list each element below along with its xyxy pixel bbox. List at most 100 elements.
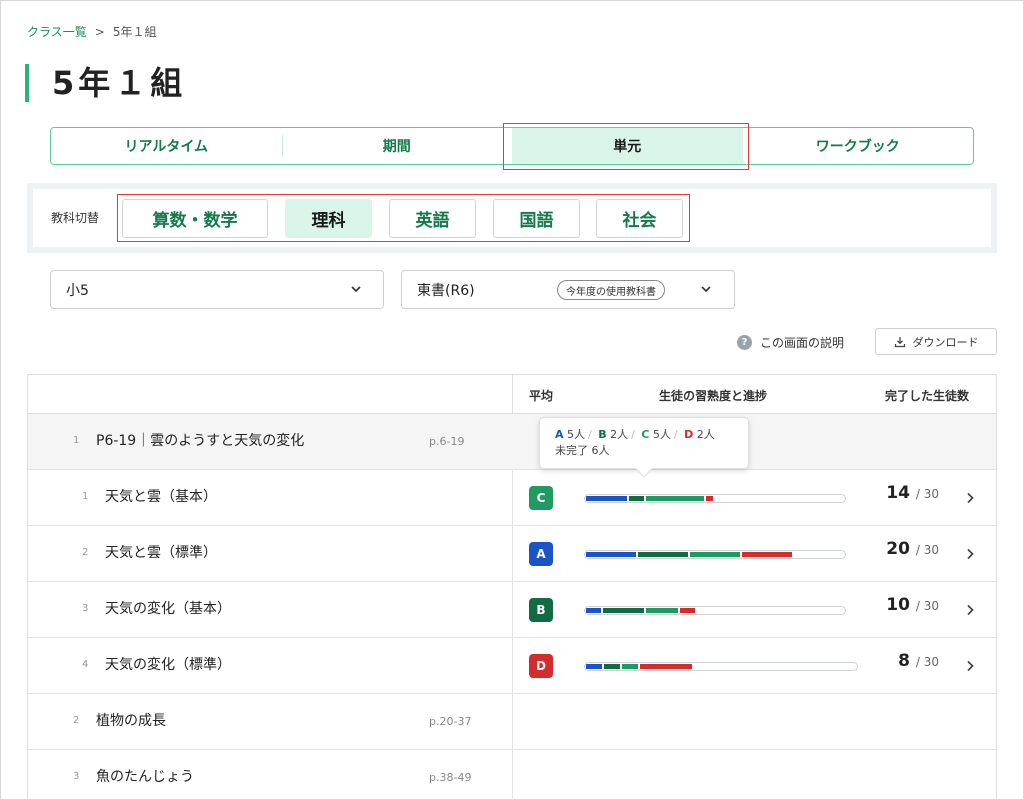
lesson-row[interactable]: 2 天気と雲（標準） A 20 / 30 bbox=[28, 526, 996, 582]
completed-total: / 30 bbox=[915, 599, 939, 613]
average-grade-badge: A bbox=[529, 542, 553, 566]
unit-row[interactable]: 1 P6-19｜雲のようすと天気の変化 p.6-19 bbox=[28, 414, 996, 470]
progress-segment-b bbox=[604, 664, 620, 669]
unit-number: 3 bbox=[73, 771, 80, 782]
help-label: この画面の説明 bbox=[760, 336, 845, 350]
tab-realtime[interactable]: リアルタイム bbox=[51, 128, 282, 164]
title-accent-bar bbox=[25, 64, 29, 102]
unit-pages: p.6-19 bbox=[429, 435, 465, 448]
completed-number: 8 bbox=[898, 651, 910, 671]
average-grade-badge: B bbox=[529, 598, 553, 622]
row-divider bbox=[512, 638, 513, 693]
unit-row[interactable]: 2 植物の成長 p.20-37 bbox=[28, 694, 996, 750]
completed-total: / 30 bbox=[915, 655, 939, 669]
lesson-number: 4 bbox=[82, 659, 89, 670]
table-header: 平均 生徒の習熟度と進捗 完了した生徒数 bbox=[28, 375, 996, 414]
completed-count: 10 / 30 bbox=[854, 595, 939, 615]
unit-table: 平均 生徒の習熟度と進捗 完了した生徒数 1 P6-19｜雲のようすと天気の変化… bbox=[27, 374, 997, 800]
page-title: 5年１組 bbox=[52, 64, 187, 102]
help-link[interactable]: ? この画面の説明 bbox=[737, 334, 844, 351]
completed-total: / 30 bbox=[915, 543, 939, 557]
row-divider bbox=[512, 694, 513, 749]
download-button[interactable]: ダウンロード bbox=[875, 328, 997, 355]
row-divider bbox=[512, 470, 513, 525]
grade-select-value: 小5 bbox=[66, 282, 89, 299]
lesson-row[interactable]: 4 天気の変化（標準） D 8 / 30 bbox=[28, 638, 996, 694]
progress-bar bbox=[584, 550, 846, 559]
progress-segment-d bbox=[640, 664, 692, 669]
header-progress: 生徒の習熟度と進捗 bbox=[659, 389, 768, 403]
textbook-select[interactable]: 東書(R6) 今年度の使用教科書 bbox=[401, 270, 735, 309]
unit-pages: p.20-37 bbox=[429, 715, 472, 728]
chevron-right-icon[interactable] bbox=[965, 660, 975, 672]
lesson-number: 2 bbox=[82, 547, 89, 558]
current-textbook-badge: 今年度の使用教科書 bbox=[557, 280, 665, 300]
chevron-right-icon[interactable] bbox=[965, 604, 975, 616]
progress-segment-b bbox=[603, 608, 644, 613]
progress-segment-a bbox=[586, 608, 601, 613]
average-grade-badge: C bbox=[529, 486, 553, 510]
progress-segment-c bbox=[646, 496, 704, 501]
tab-period[interactable]: 期間 bbox=[281, 128, 513, 164]
tab-workbook[interactable]: ワークブック bbox=[743, 128, 974, 164]
textbook-select-value: 東書(R6) bbox=[417, 282, 475, 299]
row-divider bbox=[512, 526, 513, 581]
tooltip-b-count: 2人 bbox=[610, 428, 629, 441]
progress-segment-b bbox=[629, 496, 644, 501]
subject-switch-label: 教科切替 bbox=[51, 211, 100, 225]
grade-select[interactable]: 小5 bbox=[50, 270, 384, 309]
progress-bar bbox=[584, 662, 858, 671]
completed-count: 8 / 30 bbox=[854, 651, 939, 671]
unit-row[interactable]: 3 魚のたんじょう p.38-49 bbox=[28, 750, 996, 800]
lesson-number: 1 bbox=[82, 491, 89, 502]
lesson-title: 天気の変化（基本） bbox=[105, 601, 231, 617]
unit-pages: p.38-49 bbox=[429, 771, 472, 784]
progress-segment-d bbox=[742, 552, 792, 557]
lesson-row[interactable]: 1 天気と雲（基本） C 14 / 30 bbox=[28, 470, 996, 526]
unit-number: 2 bbox=[73, 715, 80, 726]
progress-segment-a bbox=[586, 552, 636, 557]
completed-number: 20 bbox=[886, 539, 910, 559]
tooltip-c-label: C bbox=[641, 428, 650, 441]
unit-number: 1 bbox=[73, 435, 80, 446]
chevron-right-icon[interactable] bbox=[965, 548, 975, 560]
progress-segment-d bbox=[680, 608, 695, 613]
download-icon bbox=[894, 336, 905, 347]
chevron-down-icon bbox=[351, 286, 361, 293]
progress-segment-c bbox=[622, 664, 638, 669]
breadcrumb: クラス一覧 > 5年１組 bbox=[27, 23, 156, 40]
tooltip-c-count: 5人 bbox=[652, 428, 671, 441]
header-completed: 完了した生徒数 bbox=[885, 389, 970, 403]
tooltip-a-label: A bbox=[555, 428, 564, 441]
tooltip-d-count: 2人 bbox=[696, 428, 715, 441]
breadcrumb-class-list-link[interactable]: クラス一覧 bbox=[27, 23, 87, 40]
progress-segment-a bbox=[586, 664, 602, 669]
chevron-right-icon[interactable] bbox=[965, 492, 975, 504]
highlight-box-subjects bbox=[117, 194, 690, 242]
chevron-down-icon bbox=[701, 286, 711, 293]
progress-bar bbox=[584, 606, 846, 615]
progress-bar bbox=[584, 494, 846, 503]
breadcrumb-current: 5年１組 bbox=[112, 25, 157, 39]
header-divider bbox=[512, 375, 513, 414]
lesson-title: 天気と雲（基本） bbox=[105, 489, 217, 505]
header-average: 平均 bbox=[529, 389, 554, 403]
completed-count: 14 / 30 bbox=[854, 483, 939, 503]
lesson-row[interactable]: 3 天気の変化（基本） B 10 / 30 bbox=[28, 582, 996, 638]
completed-number: 14 bbox=[886, 483, 910, 503]
lesson-title: 天気の変化（標準） bbox=[105, 657, 231, 673]
completed-total: / 30 bbox=[915, 487, 939, 501]
highlight-box-tab bbox=[503, 123, 749, 170]
breadcrumb-separator: > bbox=[94, 24, 105, 39]
lesson-title: 天気と雲（標準） bbox=[105, 545, 217, 561]
unit-title: 魚のたんじょう bbox=[96, 769, 194, 785]
progress-segment-d bbox=[706, 496, 713, 501]
completed-number: 10 bbox=[886, 595, 910, 615]
tooltip-b-label: B bbox=[598, 428, 607, 441]
row-divider bbox=[512, 582, 513, 637]
progress-segment-a bbox=[586, 496, 627, 501]
unit-title: P6-19｜雲のようすと天気の変化 bbox=[96, 433, 305, 449]
question-icon: ? bbox=[737, 335, 752, 350]
tooltip-grade-counts: A 5人 / B 2人 / C 5人 / D 2人 bbox=[555, 428, 715, 441]
tooltip-a-count: 5人 bbox=[567, 428, 586, 441]
